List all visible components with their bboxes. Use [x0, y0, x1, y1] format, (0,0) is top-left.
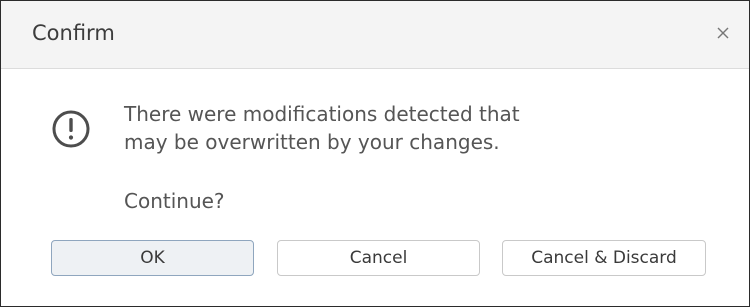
message-line-1: There were modifications detected that [124, 102, 520, 126]
dialog-titlebar: Confirm [1, 1, 749, 69]
message-line-2: may be overwritten by your changes. [124, 130, 500, 154]
cancel-and-discard-button[interactable]: Cancel & Discard [502, 240, 706, 276]
dialog-title: Confirm [32, 21, 115, 45]
dialog-message: There were modifications detected that m… [124, 100, 684, 156]
close-button[interactable] [713, 23, 733, 43]
close-icon [713, 23, 733, 43]
dialog-body: There were modifications detected that m… [1, 69, 749, 306]
ok-button[interactable]: OK [51, 240, 254, 276]
dialog-question: Continue? [124, 189, 225, 213]
confirm-dialog: Confirm There were modifications detecte… [0, 0, 750, 307]
cancel-button[interactable]: Cancel [277, 240, 480, 276]
exclamation-circle-icon [51, 109, 91, 149]
